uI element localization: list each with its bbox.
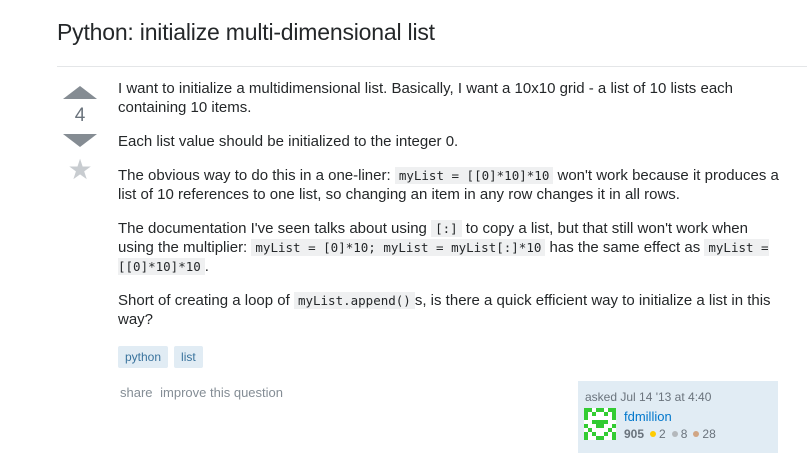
bronze-badge: 28 <box>693 427 716 441</box>
vote-cell: 4 ★ <box>62 86 98 185</box>
silver-badge-icon <box>671 431 678 437</box>
reputation-score: 905 <box>624 427 645 441</box>
inline-code: [:] <box>431 220 462 237</box>
body-paragraph: The documentation I've seen talks about … <box>118 220 769 275</box>
user-stats: 905 2 8 28 <box>624 427 722 441</box>
upvote-arrow-icon[interactable] <box>63 86 97 99</box>
body-paragraph: Each list value should be initialized to… <box>118 133 459 150</box>
favorite-star-icon[interactable]: ★ <box>62 155 98 185</box>
username-link[interactable]: fdmillion <box>624 409 672 424</box>
gold-badge-icon <box>650 431 657 437</box>
question-title[interactable]: Python: initialize multi-dimensional lis… <box>57 19 435 46</box>
body-paragraph: The obvious way to do this in a one-line… <box>118 167 779 203</box>
post-menu: share improve this question <box>120 385 287 400</box>
question-body: I want to initialize a multidimensional … <box>118 79 786 344</box>
body-paragraph: Short of creating a loop of myList.appen… <box>118 292 771 328</box>
downvote-arrow-icon[interactable] <box>63 134 97 147</box>
gold-badge: 2 <box>650 427 666 441</box>
improve-question-link[interactable]: improve this question <box>160 385 283 400</box>
asked-timestamp: asked Jul 14 '13 at 4:40 <box>585 390 712 404</box>
owner-card: asked Jul 14 '13 at 4:40 fdmillion 905 2… <box>578 381 778 453</box>
user-avatar-identicon[interactable] <box>584 408 616 440</box>
bronze-badge-icon <box>693 431 700 437</box>
title-divider <box>57 66 807 67</box>
tag-python[interactable]: python <box>118 346 169 368</box>
inline-code: myList.append() <box>293 292 415 309</box>
body-paragraph: I want to initialize a multidimensional … <box>118 80 733 116</box>
tag-list[interactable]: list <box>174 346 203 368</box>
silver-badge: 8 <box>671 427 687 441</box>
tag-list: python list <box>118 346 203 368</box>
inline-code: myList = [[0]*10]*10 <box>394 167 554 184</box>
vote-count: 4 <box>74 105 86 126</box>
share-link[interactable]: share <box>120 385 153 400</box>
inline-code: myList = [0]*10; myList = myList[:]*10 <box>251 239 546 256</box>
